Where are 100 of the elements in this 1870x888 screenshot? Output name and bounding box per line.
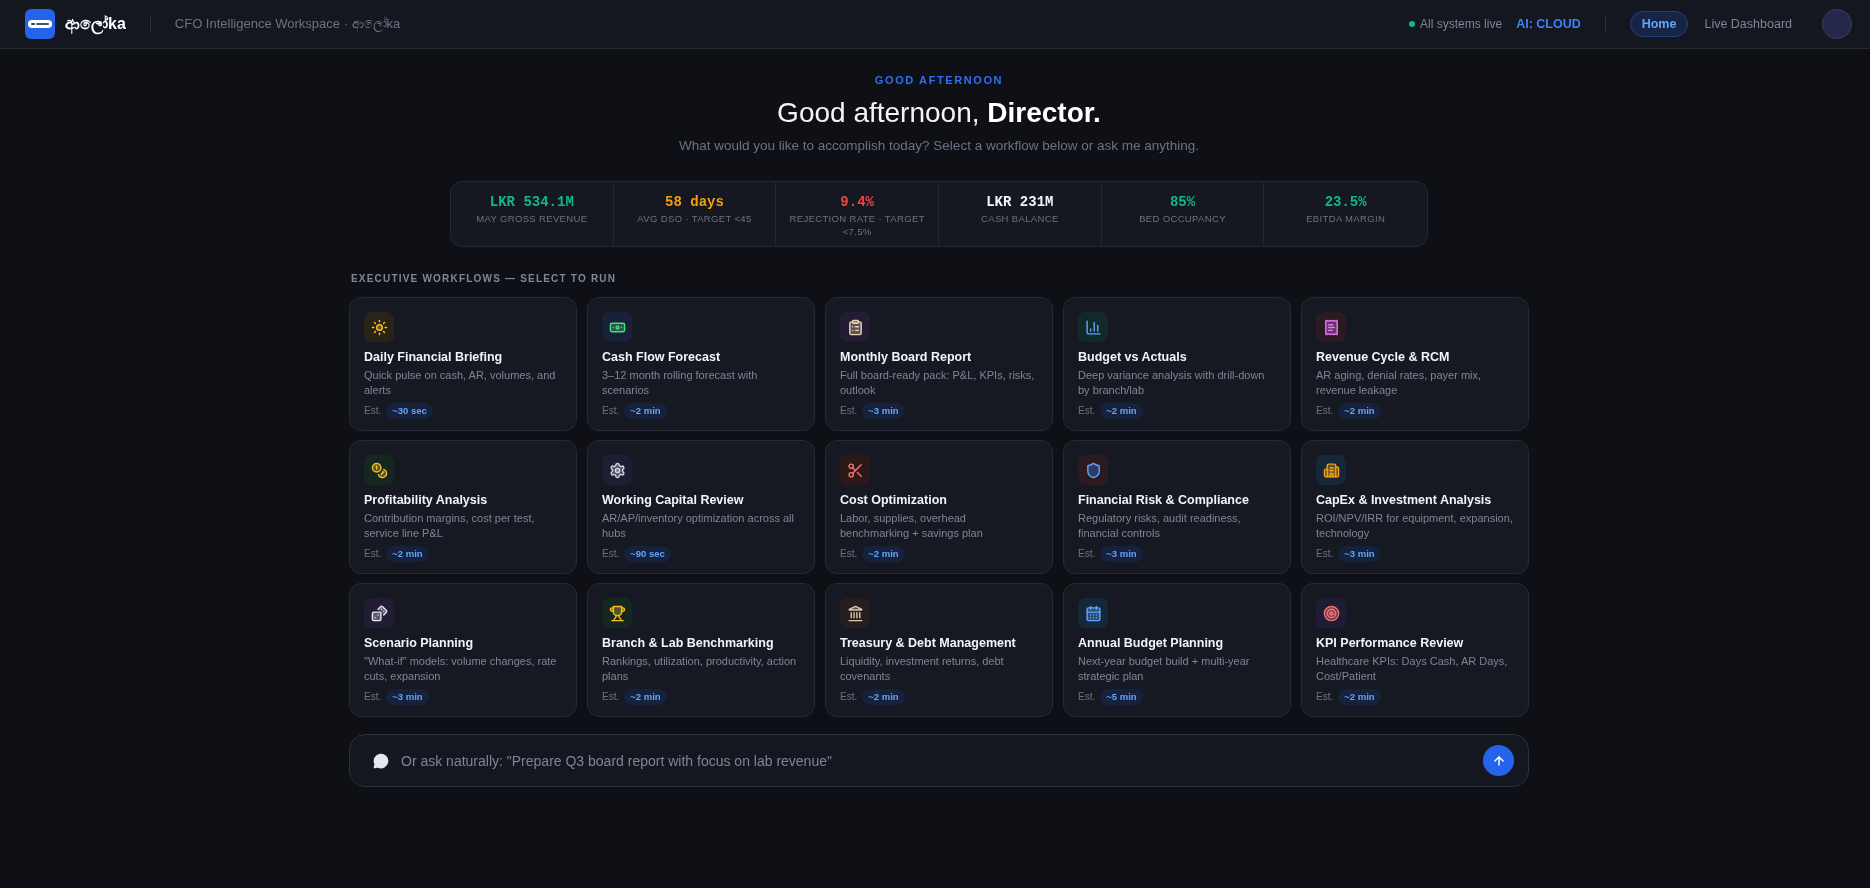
- workflow-title: Treasury & Debt Management: [840, 635, 1016, 651]
- workflow-card[interactable]: Working Capital Review AR/AP/inventory optimization across all hubs Est. ~90 sec: [587, 440, 815, 574]
- receipt-icon: [1316, 312, 1346, 342]
- duration-badge: ~2 min: [862, 546, 905, 562]
- workflow-description: Deep variance analysis with drill-down by branch/lab: [1078, 368, 1266, 398]
- brand-name: ආලෝka: [65, 15, 126, 33]
- estimate-label: Est.: [1078, 547, 1096, 561]
- kpi-label: REJECTION RATE · TARGET <7.5%: [788, 212, 926, 238]
- workflow-card[interactable]: KPI Performance Review Healthcare KPIs: Days Cash, AR Days, Cost/Patient Est. ~2 min: [1301, 583, 1529, 717]
- trophy-icon: [602, 598, 632, 628]
- workflow-description: Labor, supplies, overhead benchmarking + savings plan: [840, 511, 984, 541]
- duration-badge: ~3 min: [1100, 546, 1143, 562]
- workflow-title: Financial Risk & Compliance: [1078, 492, 1249, 508]
- workflow-card[interactable]: Annual Budget Planning Next-year budget build + multi-year strategic plan Est. ~5 min: [1063, 583, 1291, 717]
- greeting-heading: Good afternoon, Director.: [777, 96, 1101, 130]
- workflow-card[interactable]: Cash Flow Forecast 3–12 month rolling forecast with scenarios Est. ~2 min: [587, 297, 815, 431]
- kpi-label: AVG DSO · TARGET <45: [637, 212, 752, 225]
- duration-badge: ~2 min: [1100, 403, 1143, 419]
- duration-badge: ~2 min: [386, 546, 429, 562]
- bar-chart-icon: [1078, 312, 1108, 342]
- ask-field[interactable]: Or ask naturally: "Prepare Q3 board report with focus on lab revenue": [349, 734, 1529, 787]
- estimate-label: Est.: [364, 690, 382, 704]
- workflow-title: Revenue Cycle & RCM: [1316, 349, 1450, 365]
- send-button[interactable]: [1483, 745, 1514, 776]
- duration-badge: ~90 sec: [624, 546, 671, 562]
- estimate-label: Est.: [602, 690, 620, 704]
- estimate-label: Est.: [364, 547, 382, 561]
- estimate-label: Est.: [840, 547, 858, 561]
- workflow-card[interactable]: Profitability Analysis Contribution margins, cost per test, service line P&L Est. ~2 min: [349, 440, 577, 574]
- estimate-label: Est.: [602, 547, 620, 561]
- workflow-description: ROI/NPV/IRR for equipment, expansion, technology: [1316, 511, 1514, 541]
- workflow-description: Rankings, utilization, productivity, action plans: [602, 654, 798, 684]
- duration-badge: ~5 min: [1100, 689, 1143, 705]
- nav-tab[interactable]: Live Dashboard: [1692, 11, 1804, 37]
- workflow-card[interactable]: Financial Risk & Compliance Regulatory risks, audit readiness, financial controls Est. ~3 min: [1063, 440, 1291, 574]
- workflow-description: Healthcare KPIs: Days Cash, AR Days, Cost/Patient: [1316, 654, 1509, 684]
- workflow-card[interactable]: Treasury & Debt Management Liquidity, investment returns, debt covenants Est. ~2 min: [825, 583, 1053, 717]
- settings-icon: [602, 455, 632, 485]
- workflow-card[interactable]: Scenario Planning "What-if" models: volume changes, rate cuts, expansion Est. ~3 min: [349, 583, 577, 717]
- workflow-card[interactable]: Revenue Cycle & RCM AR aging, denial rates, payer mix, revenue leakage Est. ~2 min: [1301, 297, 1529, 431]
- workflow-card[interactable]: Daily Financial Briefing Quick pulse on cash, AR, volumes, and alerts Est. ~30 sec: [349, 297, 577, 431]
- workflow-description: Quick pulse on cash, AR, volumes, and alerts: [364, 368, 557, 398]
- kpi-value: LKR 231M: [986, 193, 1054, 212]
- duration-badge: ~2 min: [624, 689, 667, 705]
- section-heading: EXECUTIVE WORKFLOWS — SELECT TO RUN: [351, 272, 618, 286]
- logo-icon: [25, 9, 55, 39]
- workflow-description: AR/AP/inventory optimization across all hubs: [602, 511, 795, 541]
- estimate-label: Est.: [1078, 404, 1096, 418]
- workflow-title: Working Capital Review: [602, 492, 744, 508]
- workflow-description: Full board-ready pack: P&L, KPIs, risks, outlook: [840, 368, 1036, 398]
- duration-badge: ~3 min: [1338, 546, 1381, 562]
- workflow-title: Budget vs Actuals: [1078, 349, 1187, 365]
- dice-icon: [364, 598, 394, 628]
- ai-mode-label: AI: CLOUD: [1516, 17, 1581, 31]
- workflow-title: Cost Optimization: [840, 492, 947, 508]
- ask-input[interactable]: Or ask naturally: "Prepare Q3 board report with focus on lab revenue": [399, 749, 1483, 772]
- workflow-title: Daily Financial Briefing: [364, 349, 503, 365]
- kpi-value: 85%: [1169, 193, 1196, 212]
- kpi-value: 9.4%: [840, 193, 874, 212]
- workflow-description: Contribution margins, cost per test, service line P&L: [364, 511, 536, 541]
- workflow-description: 3–12 month rolling forecast with scenarios: [602, 368, 759, 398]
- workflow-title: KPI Performance Review: [1316, 635, 1464, 651]
- estimate-label: Est.: [1316, 404, 1334, 418]
- workflow-card[interactable]: CapEx & Investment Analysis ROI/NPV/IRR for equipment, expansion, technology Est. ~3 min: [1301, 440, 1529, 574]
- kpi-label: BED OCCUPANCY: [1139, 212, 1226, 225]
- workflow-card[interactable]: Budget vs Actuals Deep variance analysis with drill-down by branch/lab Est. ~2 min: [1063, 297, 1291, 431]
- kpi-value: 23.5%: [1324, 193, 1367, 212]
- kpi-label: MAY GROSS REVENUE: [476, 212, 588, 225]
- kpi-label: CASH BALANCE: [981, 212, 1059, 225]
- nav-tab[interactable]: Home: [1629, 11, 1689, 37]
- duration-badge: ~2 min: [1338, 689, 1381, 705]
- calendar-icon: [1078, 598, 1108, 628]
- estimate-label: Est.: [602, 404, 620, 418]
- kpi-value: 58 days: [665, 193, 724, 212]
- workflow-title: Monthly Board Report: [840, 349, 972, 365]
- estimate-label: Est.: [840, 404, 858, 418]
- workflow-description: Regulatory risks, audit readiness, financial controls: [1078, 511, 1242, 541]
- workflow-title: CapEx & Investment Analysis: [1316, 492, 1492, 508]
- workflow-title: Scenario Planning: [364, 635, 474, 651]
- estimate-label: Est.: [840, 690, 858, 704]
- workflow-card[interactable]: Monthly Board Report Full board-ready pack: P&L, KPIs, risks, outlook Est. ~3 min: [825, 297, 1053, 431]
- estimate-label: Est.: [1316, 690, 1334, 704]
- duration-badge: ~30 sec: [386, 403, 433, 419]
- workflow-description: Liquidity, investment returns, debt covenants: [840, 654, 1005, 684]
- bank-icon: [840, 598, 870, 628]
- coins-icon: [364, 455, 394, 485]
- shield-icon: [1078, 455, 1108, 485]
- workflow-card[interactable]: Cost Optimization Labor, supplies, overhead benchmarking + savings plan Est. ~2 min: [825, 440, 1053, 574]
- kpi-value: LKR 534.1M: [489, 193, 574, 212]
- estimate-label: Est.: [1316, 547, 1334, 561]
- greeting-eyebrow: GOOD AFTERNOON: [874, 73, 1004, 87]
- workflow-title: Profitability Analysis: [364, 492, 488, 508]
- workflow-card[interactable]: Branch & Lab Benchmarking Rankings, utilization, productivity, action plans Est. ~2 min: [587, 583, 815, 717]
- duration-badge: ~2 min: [624, 403, 667, 419]
- workflow-description: "What-if" models: volume changes, rate cuts, expansion: [364, 654, 558, 684]
- workflow-title: Annual Budget Planning: [1078, 635, 1224, 651]
- kpi-label: EBITDA MARGIN: [1306, 212, 1386, 225]
- workflow-title: Cash Flow Forecast: [602, 349, 721, 365]
- system-status: All systems live: [1420, 17, 1503, 31]
- workflow-title: Branch & Lab Benchmarking: [602, 635, 774, 651]
